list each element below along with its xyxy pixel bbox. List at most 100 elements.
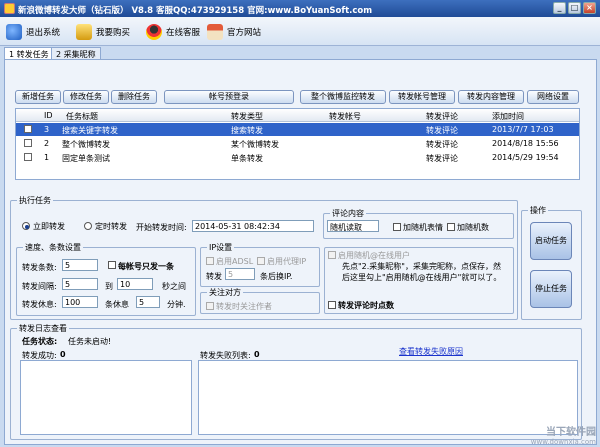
exit-label: 退出系统	[26, 28, 61, 38]
task-list: ID 任务标题 转发类型 转发帐号 转发评论 添加时间 3 搜索关键字转发 搜索…	[15, 108, 580, 180]
interval-label: 转发间隔:	[22, 282, 57, 291]
add-task-button[interactable]: 新增任务	[15, 90, 61, 104]
row-title: 整个微博转发	[62, 140, 110, 149]
row-type: 搜索转发	[231, 126, 263, 135]
proxy-checkbox[interactable]	[257, 257, 265, 265]
rest-unit: 分钟.	[167, 300, 186, 309]
comment-content-label: 评论内容	[330, 208, 366, 219]
buy-button[interactable]: 我要购买	[76, 23, 130, 41]
immediate-label: 立即转发	[33, 222, 65, 231]
buy-label: 我要购买	[96, 28, 131, 38]
row-time: 2014/8/18 15:56	[492, 139, 559, 148]
interval-to-label: 到	[105, 282, 113, 291]
watermark-url: www.downxia.com	[530, 438, 596, 446]
row-comment: 转发评论	[426, 126, 458, 135]
row-checkbox[interactable]	[24, 125, 32, 133]
random-user-hint: 先点"2.采集昵称"，采集完昵称，点保存，然后这里勾上"启用随机@在线用户"就可…	[342, 262, 502, 282]
service-button[interactable]: 在线客服	[146, 23, 200, 41]
account-manage-button[interactable]: 转发帐号管理	[389, 90, 455, 104]
scheduled-label: 定时转发	[95, 222, 127, 231]
table-row[interactable]: 3 搜索关键字转发 搜索转发 转发评论 2013/7/7 17:03	[16, 123, 579, 136]
toolbar: 退出系统 我要购买 在线客服 官方网站	[0, 17, 600, 46]
random-emoticon-label: 加随机表情	[403, 223, 443, 232]
ip-group-label: IP设置	[207, 242, 235, 253]
qq-penguin-icon	[146, 24, 162, 40]
tab-strip: 1 转发任务 2 采集昵称	[0, 46, 600, 59]
row-type: 单条转发	[231, 154, 263, 163]
success-log-box[interactable]	[20, 360, 192, 435]
col-id[interactable]: ID	[44, 111, 53, 120]
exit-icon	[6, 24, 22, 40]
tab-forward-task[interactable]: 1 转发任务	[4, 47, 54, 59]
title-bar: 新浪微博转发大师（钻石版） V8.8 客服QQ:473929158 官网:www…	[0, 0, 600, 17]
start-time-label: 开始转发时间:	[136, 223, 187, 232]
interval-from-input[interactable]: 5	[62, 278, 98, 290]
comment-points-checkbox[interactable]	[328, 301, 336, 309]
stop-task-button[interactable]: 停止任务	[530, 270, 572, 308]
col-comment[interactable]: 转发评论	[426, 111, 458, 122]
edit-task-button[interactable]: 修改任务	[63, 90, 109, 104]
rest-mid-label: 条休息	[105, 300, 129, 309]
success-count: 0	[60, 350, 66, 359]
row-checkbox[interactable]	[24, 139, 32, 147]
col-type[interactable]: 转发类型	[231, 111, 263, 122]
scheduled-radio[interactable]	[84, 222, 92, 230]
network-settings-button[interactable]: 网络设置	[527, 90, 579, 104]
status-value: 任务未启动!	[68, 337, 112, 346]
random-emoticon-checkbox[interactable]	[393, 223, 401, 231]
operation-group-label: 操作	[528, 205, 548, 216]
random-number-checkbox[interactable]	[447, 223, 455, 231]
start-time-input[interactable]: 2014-05-31 08:42:34	[192, 220, 314, 232]
rest-count-input[interactable]: 100	[62, 296, 98, 308]
count-label: 转发条数:	[22, 263, 57, 272]
rest-minutes-input[interactable]: 5	[136, 296, 160, 308]
execute-task-label: 执行任务	[17, 195, 53, 206]
service-label: 在线客服	[166, 28, 201, 38]
website-button[interactable]: 官方网站	[207, 23, 261, 41]
follow-group-label: 关注对方	[207, 287, 243, 298]
interval-to-input[interactable]: 10	[117, 278, 153, 290]
view-fail-reason-link[interactable]: 查看转发失败原因	[399, 346, 463, 357]
count-input[interactable]: 5	[62, 259, 98, 271]
random-user-label: 启用随机@在线用户	[338, 251, 410, 260]
col-account[interactable]: 转发帐号	[329, 111, 361, 122]
col-time[interactable]: 添加时间	[492, 111, 524, 122]
shopping-icon	[76, 24, 92, 40]
ip-forward-input[interactable]: 5	[225, 268, 255, 280]
table-row[interactable]: 1 固定单条测试 单条转发 转发评论 2014/5/29 19:54	[16, 151, 579, 164]
row-type: 某个微博转发	[231, 140, 279, 149]
per-account-checkbox[interactable]	[108, 261, 116, 269]
tab-collect-nickname[interactable]: 2 采集昵称	[51, 47, 101, 59]
monitor-forward-button[interactable]: 整个微博监控转发	[300, 90, 386, 104]
proxy-label: 启用代理IP	[267, 257, 307, 266]
close-button[interactable]: ×	[583, 2, 596, 14]
rest-label: 转发休息:	[22, 300, 57, 309]
row-comment: 转发评论	[426, 154, 458, 163]
log-group-label: 转发日志查看	[17, 323, 69, 334]
follow-author-checkbox[interactable]	[206, 302, 214, 310]
delete-task-button[interactable]: 删除任务	[111, 90, 157, 104]
random-user-checkbox[interactable]	[328, 251, 336, 259]
adsl-checkbox[interactable]	[206, 257, 214, 265]
minimize-button[interactable]: _	[553, 2, 566, 14]
account-prelogin-button[interactable]: 帐号预登录	[164, 90, 294, 104]
row-title: 搜索关键字转发	[62, 126, 118, 135]
adsl-label: 启用ADSL	[216, 257, 254, 266]
row-id: 3	[44, 125, 50, 134]
per-account-label: 每帐号只发一条	[118, 262, 174, 271]
content-manage-button[interactable]: 转发内容管理	[458, 90, 524, 104]
row-checkbox[interactable]	[24, 153, 32, 161]
start-task-button[interactable]: 启动任务	[530, 222, 572, 260]
immediate-radio[interactable]	[22, 222, 30, 230]
row-comment: 转发评论	[426, 140, 458, 149]
table-row[interactable]: 2 整个微博转发 某个微博转发 转发评论 2014/8/18 15:56	[16, 137, 579, 150]
maximize-button[interactable]: □	[568, 2, 581, 14]
comment-points-label: 转发评论时点数	[338, 301, 394, 310]
exit-button[interactable]: 退出系统	[6, 23, 60, 41]
app-icon	[4, 3, 15, 14]
row-time: 2014/5/29 19:54	[492, 153, 559, 162]
col-title[interactable]: 任务标题	[66, 111, 98, 122]
comment-mode-select[interactable]: 随机读取	[327, 220, 379, 232]
fail-count: 0	[254, 350, 260, 359]
follow-author-label: 转发时关注作者	[216, 302, 272, 311]
